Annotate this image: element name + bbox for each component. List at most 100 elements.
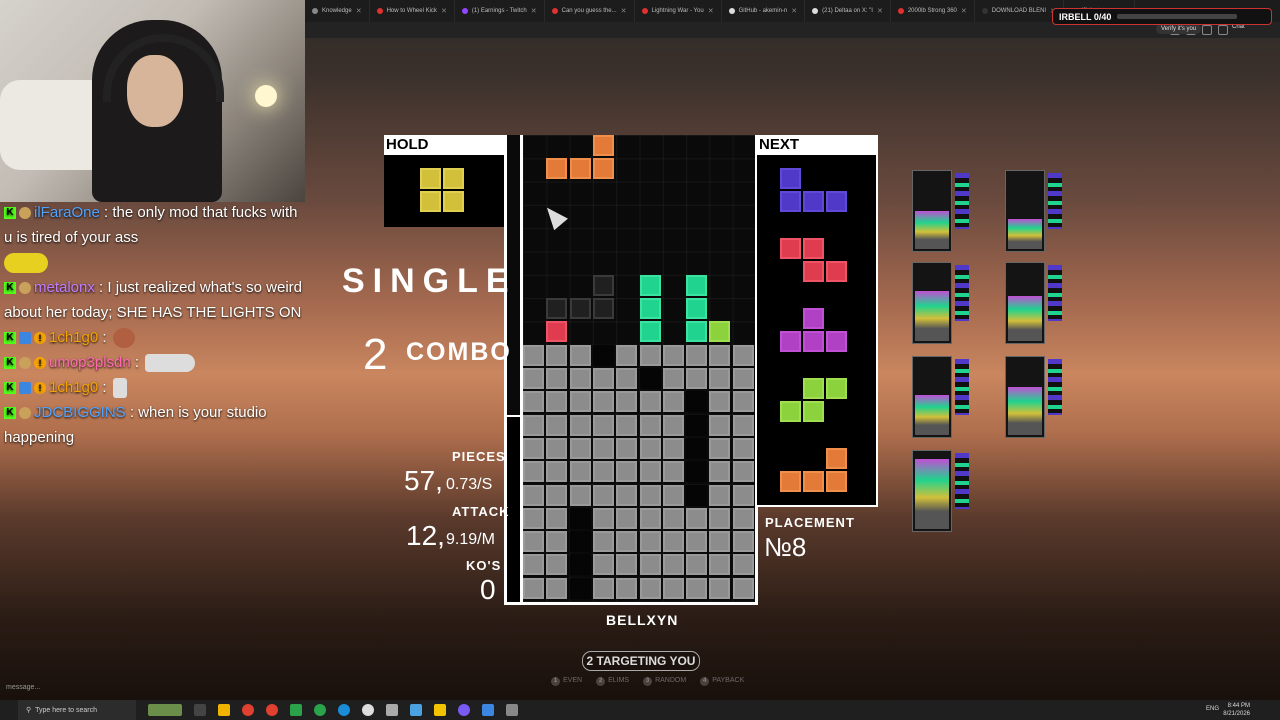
mino	[523, 344, 544, 366]
mino	[686, 274, 708, 296]
close-tab-icon[interactable]: ✕	[531, 7, 537, 15]
opponent-board[interactable]	[1005, 170, 1062, 252]
mino	[523, 461, 544, 483]
opponent-board[interactable]	[1005, 356, 1062, 438]
mino	[709, 321, 731, 343]
close-tab-icon[interactable]: ✕	[961, 7, 967, 15]
chat-username[interactable]: 1ch1g0	[49, 329, 98, 346]
close-tab-icon[interactable]: ✕	[708, 7, 714, 15]
taskbar-search-placeholder: Type here to search	[35, 706, 98, 714]
chat-text: :	[130, 354, 140, 371]
app-icon-green[interactable]	[290, 704, 302, 716]
browser-icon[interactable]	[362, 704, 374, 716]
chat-message: Kmetalonx : I just realized what's so we…	[4, 275, 302, 325]
mino	[802, 330, 824, 352]
mino	[592, 554, 614, 576]
hold-label: HOLD	[384, 135, 504, 155]
chat-username[interactable]: metalonx	[34, 279, 95, 296]
browser-tab[interactable]: Can you guess the... ✕	[545, 0, 635, 22]
line-clear-text: SINGLE	[342, 262, 517, 300]
app-icon-blue[interactable]	[410, 704, 422, 716]
chat-username[interactable]: 1ch1g0	[49, 379, 98, 396]
discord-icon[interactable]	[458, 704, 470, 716]
strategy-option[interactable]: 1 EVEN	[551, 677, 582, 686]
browser-tab[interactable]: 2000lb Strong 360 ✕	[891, 0, 975, 22]
mino	[569, 507, 591, 529]
strategy-key: 4	[700, 677, 710, 686]
star-icon[interactable]	[1202, 25, 1212, 35]
app-icon-grey[interactable]	[386, 704, 398, 716]
opponent-board[interactable]	[912, 262, 969, 344]
chat-username[interactable]: JDCBIGGINS	[34, 404, 126, 421]
mino	[639, 577, 661, 599]
sub-badge-icon	[19, 382, 31, 395]
chrome-icon[interactable]	[242, 704, 254, 716]
close-tab-icon[interactable]: ✕	[877, 7, 883, 15]
app-icon-check[interactable]	[482, 704, 494, 716]
mino	[639, 344, 661, 366]
mino	[686, 577, 708, 599]
mino	[592, 577, 614, 599]
chat-username[interactable]: ilFaraOne	[34, 204, 100, 221]
mino	[639, 321, 661, 343]
opponent-stack	[915, 395, 949, 435]
gift-badge-icon: !	[34, 332, 46, 345]
browser-tab[interactable]: Lightning War - You ✕	[635, 0, 722, 22]
browser-tab[interactable]: (1) Earnings - Twitch ✕	[455, 0, 545, 22]
chat-input[interactable]: message...	[6, 684, 40, 691]
strategy-option[interactable]: 2 ELIMS	[596, 677, 629, 686]
verify-button[interactable]: Verify it's you	[1156, 24, 1202, 34]
mino	[592, 437, 614, 459]
close-tab-icon[interactable]: ✕	[621, 7, 627, 15]
opponent-board[interactable]	[1005, 262, 1062, 344]
notes-icon[interactable]	[434, 704, 446, 716]
opponent-stack	[915, 459, 949, 529]
close-tab-icon[interactable]: ✕	[441, 7, 447, 15]
mino	[639, 414, 661, 436]
chrome-icon-2[interactable]	[266, 704, 278, 716]
browser-tab[interactable]: GitHub - akemin-n ✕	[722, 0, 806, 22]
browser-tab[interactable]: How to Wheel Kick ✕	[370, 0, 455, 22]
edge-icon[interactable]	[338, 704, 350, 716]
gift-badge-icon: !	[34, 357, 46, 370]
file-explorer-icon[interactable]	[218, 704, 230, 716]
spotify-icon[interactable]	[314, 704, 326, 716]
language-indicator[interactable]: ENG	[1206, 706, 1219, 712]
opponent-board[interactable]	[912, 170, 969, 252]
emote-icon	[112, 328, 135, 349]
opponent-board[interactable]	[912, 450, 969, 532]
mino	[546, 554, 568, 576]
strategy-key: 1	[551, 677, 560, 686]
taskbar-widget-icon[interactable]	[148, 704, 182, 716]
opponent-board[interactable]	[912, 356, 969, 438]
mino	[523, 554, 544, 576]
mino	[546, 577, 568, 599]
mino	[732, 531, 754, 553]
mino	[569, 484, 591, 506]
kick-badge-icon: K	[4, 407, 16, 420]
mino	[616, 531, 638, 553]
mino	[592, 274, 614, 296]
mino	[709, 554, 731, 576]
app-icon-tools[interactable]	[506, 704, 518, 716]
mino	[592, 461, 614, 483]
chat-username[interactable]: umop3plsdn	[49, 354, 131, 371]
system-clock[interactable]: 8:44 PM 8/21/2026	[1223, 702, 1250, 718]
taskbar-search[interactable]: ⚲ Type here to search	[18, 700, 136, 720]
mino	[523, 414, 544, 436]
close-tab-icon[interactable]: ✕	[791, 7, 797, 15]
mino	[546, 344, 568, 366]
mino	[592, 368, 614, 389]
strategy-option[interactable]: 3 RANDOM	[643, 677, 686, 686]
task-view-icon[interactable]	[194, 704, 206, 716]
mino	[732, 484, 754, 506]
browser-tab[interactable]: Knowledge ✕	[305, 0, 370, 22]
close-tab-icon[interactable]: ✕	[356, 7, 362, 15]
browser-tab[interactable]: (21) Deltaa on X: "I ✕	[805, 0, 891, 22]
browser-tab[interactable]: DOWNLOAD BLENI✕	[975, 0, 1064, 22]
mino	[616, 344, 638, 366]
refresh-icon[interactable]	[1218, 25, 1228, 35]
opponent-next-queue	[1048, 265, 1062, 321]
mino	[592, 531, 614, 553]
strategy-option[interactable]: 4 PAYBACK	[700, 677, 744, 686]
